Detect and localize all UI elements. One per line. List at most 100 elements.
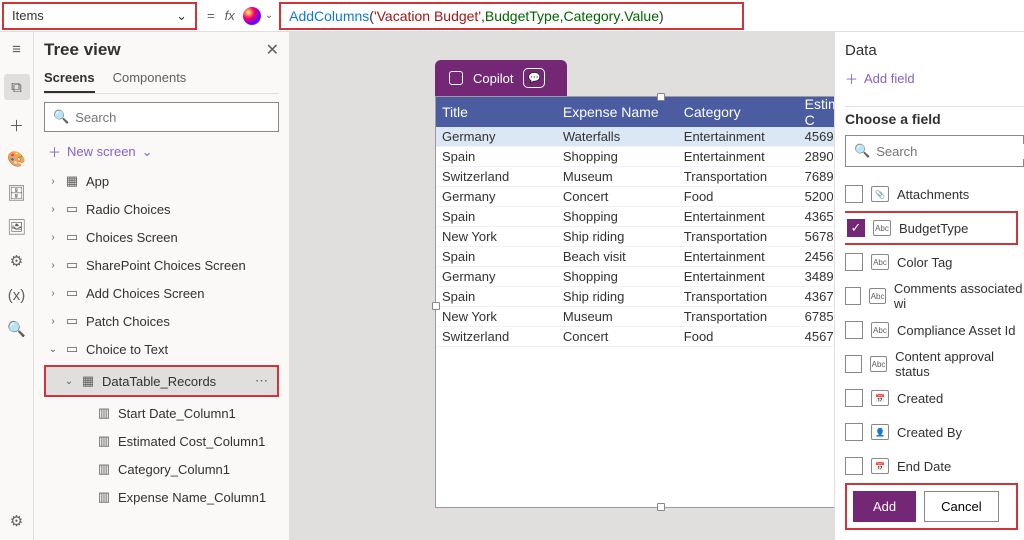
app-icon: ▦: [64, 173, 80, 189]
tab-components[interactable]: Components: [113, 66, 187, 93]
tree-item[interactable]: ⌄▭Choice to Text: [44, 335, 279, 363]
field-option[interactable]: Abc Content approval status: [845, 347, 1024, 381]
tree-item-datatable[interactable]: ⌄▦DataTable_Records⋯: [46, 367, 277, 395]
hamburger-icon[interactable]: ≡: [8, 40, 26, 58]
checkbox[interactable]: [845, 253, 863, 271]
copilot-chat-icon[interactable]: 💬: [523, 68, 545, 88]
table-row[interactable]: New YorkShip ridingTransportation5678: [436, 227, 878, 247]
left-rail: ≡ ⧉ ＋ 🎨 🗄 🖼 ⚙ (x) 🔍 ⚙: [0, 32, 34, 540]
field-type-icon: 📅: [871, 390, 889, 406]
field-search[interactable]: 🔍: [845, 135, 1024, 167]
add-field-label: Add field: [864, 71, 915, 86]
theme-icon[interactable]: 🎨: [8, 150, 26, 168]
field-option[interactable]: 👤Created By: [845, 415, 1024, 449]
field-label: Attachments: [897, 187, 969, 202]
col-expense[interactable]: Expense Name: [557, 104, 678, 120]
search-icon: 🔍: [854, 143, 870, 159]
power-automate-icon[interactable]: ⚙: [8, 252, 26, 270]
cancel-button[interactable]: Cancel: [924, 491, 998, 522]
data-pane-footer: Add Cancel: [845, 483, 1018, 530]
checkbox[interactable]: [845, 287, 861, 305]
checkbox[interactable]: [845, 355, 862, 373]
table-row[interactable]: SwitzerlandMuseumTransportation76894: [436, 167, 878, 187]
field-option[interactable]: 📅Created: [845, 381, 1024, 415]
insert-icon[interactable]: ＋: [8, 116, 26, 134]
tree-item-column[interactable]: ▥Expense Name_Column1: [44, 483, 279, 511]
tree-item-column[interactable]: ▥Start Date_Column1: [44, 399, 279, 427]
tree-view-pane: Tree view ✕ Screens Components 🔍 ＋ New s…: [34, 32, 290, 540]
table-row[interactable]: SpainBeach visitEntertainment24567: [436, 247, 878, 267]
checkbox[interactable]: ✓: [847, 219, 865, 237]
copilot-toolbar[interactable]: Copilot 💬: [435, 60, 567, 96]
table-row[interactable]: SwitzerlandConcertFood45678: [436, 327, 878, 347]
data-table[interactable]: Title Expense Name Category Estimated C …: [435, 96, 879, 508]
field-option[interactable]: Abc Color Tag: [845, 245, 1024, 279]
table-row[interactable]: SpainShip ridingTransportation43678: [436, 287, 878, 307]
field-type-icon: Abc: [870, 356, 887, 372]
field-label: Content approval status: [895, 349, 1024, 379]
tree-item[interactable]: ›▭Choices Screen: [44, 223, 279, 251]
field-option[interactable]: 📅End Date: [845, 449, 1024, 483]
checkbox[interactable]: [845, 185, 863, 203]
table-row[interactable]: GermanyWaterfallsEntertainment45690: [436, 127, 878, 147]
formula-bar[interactable]: AddColumns('Vacation Budget',BudgetType,…: [279, 2, 744, 30]
field-type-icon: Abc: [871, 254, 889, 270]
tree-item[interactable]: ›▭SharePoint Choices Screen: [44, 251, 279, 279]
tree-view-icon[interactable]: ⧉: [4, 74, 30, 100]
chevron-down-icon: ⌄: [176, 8, 187, 24]
tree-item[interactable]: ›▭Add Choices Screen: [44, 279, 279, 307]
tree-search[interactable]: 🔍: [44, 102, 279, 132]
screen-icon: ▭: [64, 229, 80, 245]
screen-icon: ▭: [64, 313, 80, 329]
field-option[interactable]: 📎Attachments: [845, 177, 1024, 211]
table-row[interactable]: GermanyShoppingEntertainment34890: [436, 267, 878, 287]
table-row[interactable]: GermanyConcertFood52000: [436, 187, 878, 207]
checkbox[interactable]: [845, 457, 863, 475]
property-selector[interactable]: Items ⌄: [2, 2, 197, 30]
field-option[interactable]: ✓AbcBudgetType: [845, 211, 1018, 245]
field-label: Color Tag: [897, 255, 952, 270]
table-row[interactable]: SpainShoppingEntertainment28905: [436, 147, 878, 167]
close-icon[interactable]: ✕: [266, 40, 279, 60]
add-field-button[interactable]: ＋ Add field: [845, 69, 1024, 88]
new-screen-button[interactable]: ＋ New screen ⌄: [48, 142, 275, 161]
tab-screens[interactable]: Screens: [44, 66, 95, 93]
data-pane-title: Data: [845, 42, 1024, 59]
column-icon: ▥: [96, 405, 112, 421]
variables-icon[interactable]: (x): [8, 286, 26, 304]
field-label: Created By: [897, 425, 962, 440]
col-title[interactable]: Title: [436, 104, 557, 120]
tree: ›▦App ›▭Radio Choices ›▭Choices Screen ›…: [44, 167, 279, 511]
tree-item-app[interactable]: ›▦App: [44, 167, 279, 195]
checkbox[interactable]: [845, 389, 863, 407]
property-label: Items: [12, 8, 44, 23]
field-option[interactable]: Abc Comments associated wi: [845, 279, 1024, 313]
search-icon: 🔍: [53, 109, 69, 125]
tree-search-input[interactable]: [75, 110, 270, 125]
col-category[interactable]: Category: [678, 104, 799, 120]
formula-arg3b: Value: [624, 8, 659, 24]
media-icon[interactable]: 🖼: [8, 218, 26, 236]
tree-item[interactable]: ›▭Patch Choices: [44, 307, 279, 335]
search-icon[interactable]: 🔍: [8, 320, 26, 338]
tree-item-column[interactable]: ▥Category_Column1: [44, 455, 279, 483]
column-icon: ▥: [96, 489, 112, 505]
more-icon[interactable]: ⋯: [255, 373, 269, 389]
field-search-input[interactable]: [876, 144, 1024, 159]
data-icon[interactable]: 🗄: [8, 184, 26, 202]
checkbox[interactable]: [845, 423, 863, 441]
add-button[interactable]: Add: [853, 491, 916, 522]
table-row[interactable]: New YorkMuseumTransportation67858: [436, 307, 878, 327]
checkbox[interactable]: [845, 321, 863, 339]
chevron-down-icon[interactable]: ⌄: [265, 10, 273, 21]
new-screen-label: New screen: [67, 144, 136, 159]
field-type-icon: Abc: [869, 288, 885, 304]
settings-icon[interactable]: ⚙: [8, 512, 26, 530]
field-option[interactable]: AbcCompliance Asset Id: [845, 313, 1024, 347]
field-label: Compliance Asset Id: [897, 323, 1016, 338]
formula-arg2: BudgetType: [485, 8, 560, 24]
field-label: Comments associated wi: [894, 281, 1024, 311]
tree-item[interactable]: ›▭Radio Choices: [44, 195, 279, 223]
table-row[interactable]: SpainShoppingEntertainment43658: [436, 207, 878, 227]
tree-item-column[interactable]: ▥Estimated Cost_Column1: [44, 427, 279, 455]
